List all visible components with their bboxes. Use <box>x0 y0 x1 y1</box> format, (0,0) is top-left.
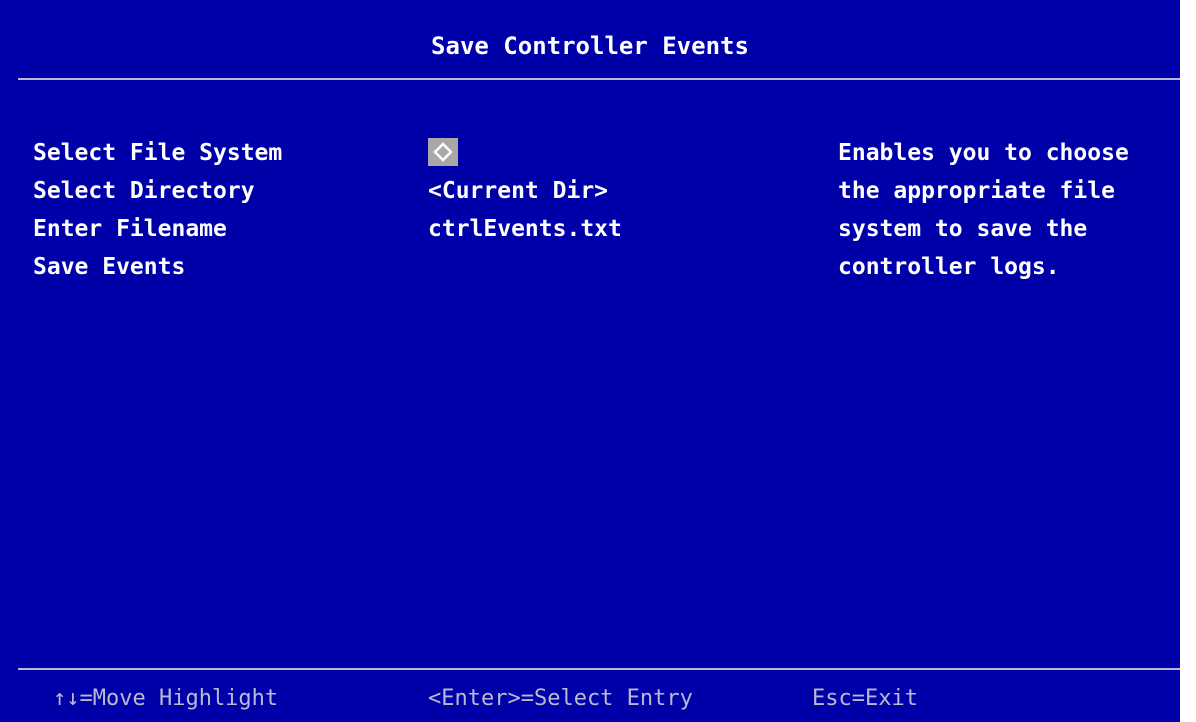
menu-item-save-events[interactable]: Save Events <box>33 248 282 286</box>
menu-item-select-file-system[interactable]: Select File System <box>33 134 282 172</box>
footer-exit-hint: Esc=Exit <box>812 686 918 711</box>
bios-screen: Save Controller Events Select File Syste… <box>0 0 1180 722</box>
help-line: controller logs. <box>838 254 1060 280</box>
footer-move-hint: ↑↓=Move Highlight <box>53 686 279 711</box>
file-system-value[interactable] <box>428 134 622 172</box>
menu-item-enter-filename[interactable]: Enter Filename <box>33 210 282 248</box>
menu-item-select-directory[interactable]: Select Directory <box>33 172 282 210</box>
help-line: Enables you to choose <box>838 140 1129 166</box>
page-title: Save Controller Events <box>431 32 749 60</box>
help-text: Enables you to choose the appropriate fi… <box>838 134 1129 286</box>
help-line: the appropriate file <box>838 178 1115 204</box>
filename-value[interactable]: ctrlEvents.txt <box>428 210 622 248</box>
selector-diamond-icon[interactable] <box>428 137 458 166</box>
help-line: system to save the <box>838 216 1088 242</box>
directory-value[interactable]: <Current Dir> <box>428 172 622 210</box>
menu-list: Select File System Select Directory Ente… <box>33 134 282 286</box>
bottom-divider <box>18 668 1180 670</box>
footer-select-hint: <Enter>=Select Entry <box>428 686 693 711</box>
values-column: <Current Dir> ctrlEvents.txt <box>428 134 622 248</box>
top-divider <box>18 78 1180 80</box>
